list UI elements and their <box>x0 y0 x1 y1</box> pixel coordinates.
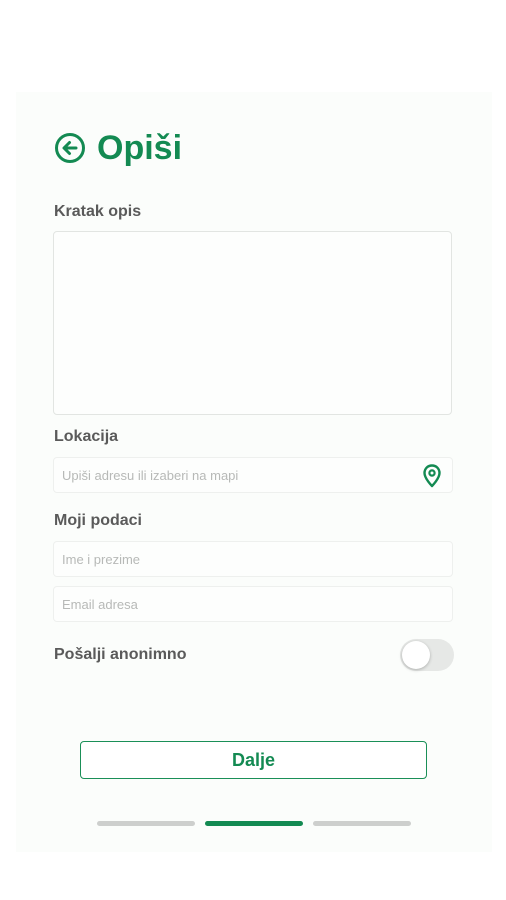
email-input[interactable] <box>54 587 452 621</box>
email-field <box>53 586 453 622</box>
name-input[interactable] <box>54 542 452 576</box>
location-field <box>53 457 453 493</box>
page-header: Opiši <box>53 128 182 168</box>
next-button[interactable]: Dalje <box>80 741 427 779</box>
personal-data-label: Moji podaci <box>54 512 142 529</box>
step-3 <box>313 821 411 826</box>
location-label: Lokacija <box>54 428 119 445</box>
description-textarea[interactable] <box>53 231 452 415</box>
step-2 <box>205 821 303 826</box>
location-input[interactable] <box>54 458 452 492</box>
toggle-knob <box>402 641 430 669</box>
name-field <box>53 541 453 577</box>
back-button[interactable] <box>53 131 87 165</box>
anonymous-label: Pošalji anonimno <box>54 646 187 663</box>
description-label: Kratak opis <box>54 203 142 220</box>
step-1 <box>97 821 195 826</box>
step-indicator <box>97 821 411 826</box>
page-title: Opiši <box>97 129 183 167</box>
map-pin-icon[interactable] <box>420 463 444 489</box>
anonymous-toggle[interactable] <box>400 639 454 671</box>
arrow-left-circle-icon <box>55 133 85 163</box>
